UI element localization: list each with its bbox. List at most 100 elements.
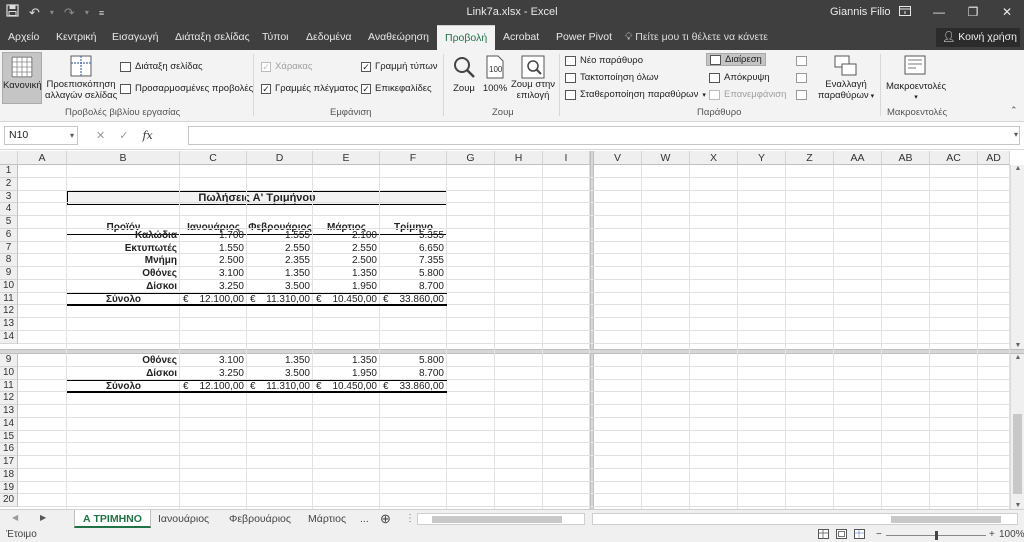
table-row-label[interactable]: Μνήμη: [67, 254, 177, 267]
table-row-value[interactable]: 5.355: [380, 229, 444, 242]
table-row-label[interactable]: Οθόνες: [67, 267, 177, 280]
row-header[interactable]: 15: [0, 430, 18, 444]
table-row-value[interactable]: 3.250: [180, 367, 244, 380]
scroll-up-icon[interactable]: ▲: [1011, 165, 1024, 172]
bottom-pane-vertical-scrollbar[interactable]: ▲ ▼: [1010, 354, 1024, 509]
undo-dropdown-icon[interactable]: ▾: [50, 5, 54, 21]
table-row-value[interactable]: 1.350: [313, 267, 377, 280]
table-row-value[interactable]: 3.500: [247, 367, 310, 380]
undo-icon[interactable]: ↶: [29, 5, 40, 21]
column-header[interactable]: I: [543, 151, 590, 165]
column-header[interactable]: W: [642, 151, 690, 165]
minimize-icon[interactable]: —: [922, 0, 956, 25]
column-header[interactable]: E: [313, 151, 380, 165]
row-header[interactable]: 19: [0, 481, 18, 495]
table-row-value[interactable]: 7.355: [380, 254, 444, 267]
row-header[interactable]: 14: [0, 417, 18, 431]
insert-function-icon[interactable]: fx: [142, 129, 152, 142]
sync-scroll-button[interactable]: [796, 71, 807, 84]
scroll-down-icon[interactable]: ▼: [1011, 502, 1024, 509]
normal-view-button[interactable]: Κανονική: [2, 52, 42, 104]
row-header[interactable]: 4: [0, 203, 18, 216]
restore-icon[interactable]: ❐: [956, 0, 990, 25]
table-row-value[interactable]: 2.500: [180, 254, 244, 267]
row-header[interactable]: 10: [0, 279, 18, 293]
column-header[interactable]: H: [495, 151, 543, 165]
freeze-panes-button[interactable]: Σταθεροποίηση παραθύρων ▾: [565, 88, 706, 101]
scrollbar-thumb[interactable]: [432, 516, 562, 523]
user-name[interactable]: Giannis Filio: [830, 6, 891, 18]
scroll-up-icon[interactable]: ▲: [1011, 354, 1024, 361]
table-row-value[interactable]: 1.350: [247, 267, 310, 280]
scroll-down-icon[interactable]: ▼: [1011, 342, 1024, 349]
column-header[interactable]: AA: [834, 151, 882, 165]
table-row-label[interactable]: Δίσκοι: [67, 367, 177, 380]
zoom-level[interactable]: 100%: [999, 528, 1024, 542]
sheet-tab-january[interactable]: Ιανουάριος: [150, 510, 217, 528]
table-row-value[interactable]: 1.350: [247, 354, 310, 367]
zoom-out-button[interactable]: −: [876, 528, 882, 542]
zoom-slider-thumb[interactable]: [935, 531, 938, 540]
chevron-down-icon[interactable]: ▾: [70, 127, 74, 144]
column-header[interactable]: A: [18, 151, 67, 165]
sheet-tab-february[interactable]: Φεβρουάριος: [221, 510, 299, 528]
reset-window-button[interactable]: [796, 88, 807, 101]
tab-home[interactable]: Κεντρική: [56, 25, 96, 50]
table-row-value[interactable]: 1.350: [313, 354, 377, 367]
row-header[interactable]: 9: [0, 354, 18, 367]
table-row-value[interactable]: 8.700: [380, 367, 444, 380]
close-icon[interactable]: ✕: [990, 0, 1024, 25]
switch-windows-button[interactable]: Εναλλαγή παραθύρων ▾: [815, 52, 877, 104]
tab-view[interactable]: Προβολή: [437, 25, 496, 50]
table-row-value[interactable]: 3.500: [247, 280, 310, 293]
column-header[interactable]: Y: [738, 151, 786, 165]
zoom-in-button[interactable]: +: [989, 528, 995, 542]
tab-formulas[interactable]: Τύποι: [262, 25, 289, 50]
table-row-value[interactable]: 1.700: [180, 229, 244, 242]
table-row-value[interactable]: 3.100: [180, 267, 244, 280]
add-sheet-button[interactable]: ⊕: [372, 510, 399, 528]
customize-qat-icon[interactable]: ≡: [99, 5, 104, 21]
enter-icon[interactable]: ✓: [119, 129, 128, 142]
headings-checkbox[interactable]: ✓ Επικεφαλίδες: [361, 82, 432, 95]
table-row-value[interactable]: 1.555: [247, 229, 310, 242]
share-button[interactable]: 👤︎ Κοινή χρήση: [936, 28, 1020, 47]
zoom-slider[interactable]: [886, 531, 986, 540]
sheet-tab-splitter-icon[interactable]: ⋮: [405, 513, 415, 524]
row-header[interactable]: 3: [0, 190, 18, 204]
scrollbar-thumb[interactable]: [1013, 414, 1022, 494]
new-window-button[interactable]: Νέο παράθυρο: [565, 54, 643, 67]
gridlines-checkbox[interactable]: ✓ Γραμμές πλέγματος: [261, 82, 358, 95]
expand-formula-bar-icon[interactable]: ▾: [1014, 130, 1018, 139]
table-row-label[interactable]: Καλώδια: [67, 229, 177, 242]
column-header[interactable]: Z: [786, 151, 834, 165]
table-row-value[interactable]: 8.700: [380, 280, 444, 293]
zoom-100-button[interactable]: 100 100%: [482, 52, 508, 104]
right-pane-horizontal-scrollbar[interactable]: [592, 513, 1018, 525]
row-header[interactable]: 6: [0, 228, 18, 242]
table-row-label[interactable]: Οθόνες: [67, 354, 177, 367]
table-row-value[interactable]: 2.550: [247, 242, 310, 255]
table-row-value[interactable]: 3.100: [180, 354, 244, 367]
page-break-view-icon[interactable]: [854, 529, 865, 542]
row-header[interactable]: 10: [0, 366, 18, 380]
page-break-preview-button[interactable]: Προεπισκόπηση αλλαγών σελίδας: [45, 52, 117, 104]
redo-dropdown-icon[interactable]: ▾: [85, 5, 89, 21]
table-row-value[interactable]: 5.800: [380, 354, 444, 367]
arrange-all-button[interactable]: Τακτοποίηση όλων: [565, 71, 659, 84]
left-pane-horizontal-scrollbar[interactable]: [417, 513, 585, 525]
scrollbar-thumb[interactable]: [891, 516, 1001, 523]
column-header[interactable]: AB: [882, 151, 930, 165]
table-row-value[interactable]: 2.550: [313, 242, 377, 255]
page-layout-view-icon[interactable]: [836, 529, 847, 542]
column-header[interactable]: X: [690, 151, 738, 165]
row-header[interactable]: 7: [0, 241, 18, 255]
row-header[interactable]: 5: [0, 216, 18, 229]
tab-insert[interactable]: Εισαγωγή: [112, 25, 158, 50]
view-side-by-side-button[interactable]: [796, 54, 807, 67]
table-row-value[interactable]: 5.800: [380, 267, 444, 280]
table-row-value[interactable]: 1.950: [313, 280, 377, 293]
row-header[interactable]: 12: [0, 305, 18, 318]
page-layout-button[interactable]: Διάταξη σελίδας: [120, 60, 203, 73]
row-header[interactable]: 20: [0, 494, 18, 507]
